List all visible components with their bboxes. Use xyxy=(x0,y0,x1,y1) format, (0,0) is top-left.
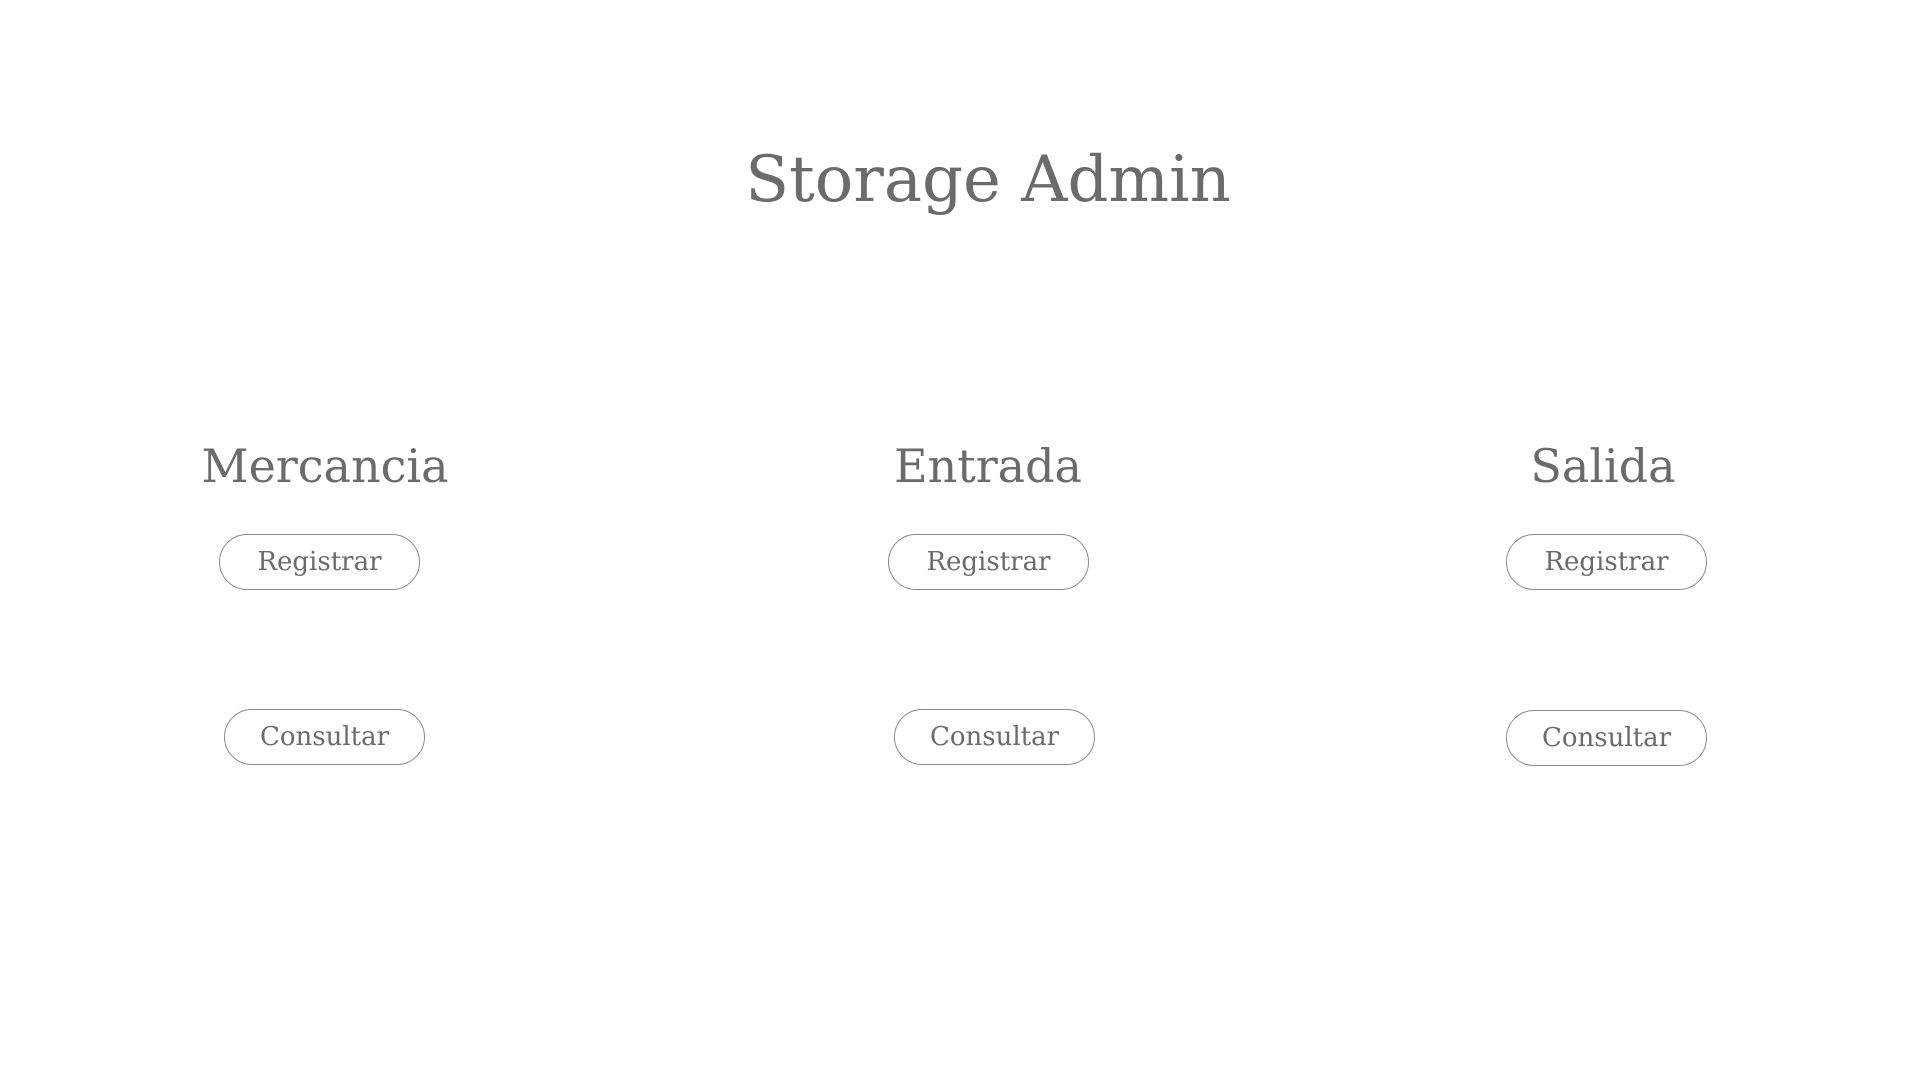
section-title-entrada: Entrada xyxy=(894,439,1082,493)
section-title-salida: Salida xyxy=(1530,439,1676,493)
mercancia-consult-button[interactable]: Consultar xyxy=(224,709,425,765)
section-title-mercancia: Mercancia xyxy=(201,439,449,493)
salida-consult-button[interactable]: Consultar xyxy=(1506,710,1707,766)
page-title: Storage Admin xyxy=(745,143,1231,217)
entrada-consult-button[interactable]: Consultar xyxy=(894,709,1095,765)
mercancia-register-button[interactable]: Registrar xyxy=(219,534,420,590)
entrada-register-button[interactable]: Registrar xyxy=(888,534,1089,590)
salida-register-button[interactable]: Registrar xyxy=(1506,534,1707,590)
